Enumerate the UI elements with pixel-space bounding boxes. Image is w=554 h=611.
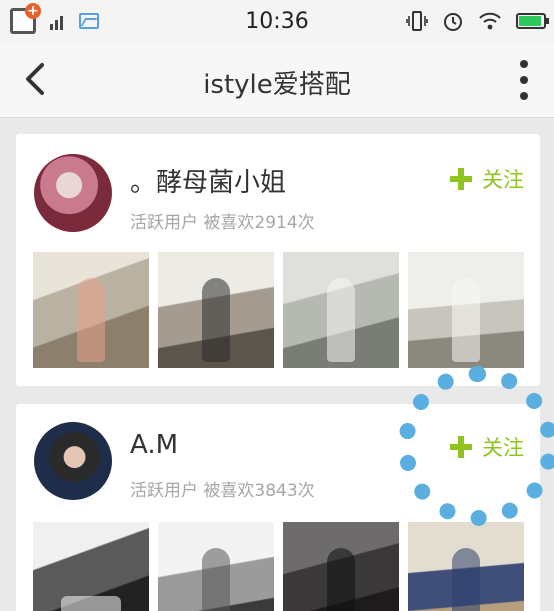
user-likes: 被喜欢3843次: [203, 481, 315, 501]
wifi-icon: [479, 12, 501, 30]
user-status: 活跃用户: [130, 481, 198, 501]
outfit-photo[interactable]: [158, 522, 274, 611]
outfit-photo[interactable]: [33, 252, 149, 368]
battery-level: [519, 16, 541, 26]
follow-button[interactable]: 关注: [450, 432, 524, 462]
user-likes: 被喜欢2914次: [203, 213, 315, 233]
user-name[interactable]: 。酵母菌小姐: [130, 162, 286, 199]
status-right-icons: [406, 10, 549, 32]
page-title: istyle爱搭配: [203, 70, 351, 100]
user-meta: 活跃用户 被喜欢3843次: [130, 476, 315, 501]
outfit-photo[interactable]: [283, 522, 399, 611]
user-card[interactable]: 。酵母菌小姐 活跃用户 被喜欢2914次 关注: [16, 134, 540, 386]
plus-icon: [450, 436, 472, 458]
vibrate-icon: [406, 11, 428, 31]
outfit-photo[interactable]: [283, 252, 399, 368]
follow-label: 关注: [482, 168, 524, 192]
user-card[interactable]: A.M 活跃用户 被喜欢3843次 关注: [16, 404, 540, 611]
outfit-photo[interactable]: [158, 252, 274, 368]
nav-bar: istyle爱搭配: [0, 42, 554, 118]
follow-label: 关注: [482, 436, 524, 460]
follow-button[interactable]: 关注: [450, 164, 524, 194]
user-meta: 活跃用户 被喜欢2914次: [130, 208, 315, 233]
avatar[interactable]: [34, 154, 112, 232]
status-bar: + 10:36: [0, 0, 554, 42]
outfit-photos: [33, 252, 524, 368]
battery-icon: [516, 13, 549, 29]
outfit-photo[interactable]: [408, 522, 524, 611]
more-vertical-icon[interactable]: [520, 60, 528, 100]
user-status: 活跃用户: [130, 213, 198, 233]
outfit-photo[interactable]: [33, 522, 149, 611]
outfit-photo[interactable]: [408, 252, 524, 368]
outfit-photos: [33, 522, 524, 611]
avatar[interactable]: [34, 422, 112, 500]
plus-icon: [450, 168, 472, 190]
alarm-icon: [444, 13, 462, 31]
user-name[interactable]: A.M: [130, 430, 178, 460]
